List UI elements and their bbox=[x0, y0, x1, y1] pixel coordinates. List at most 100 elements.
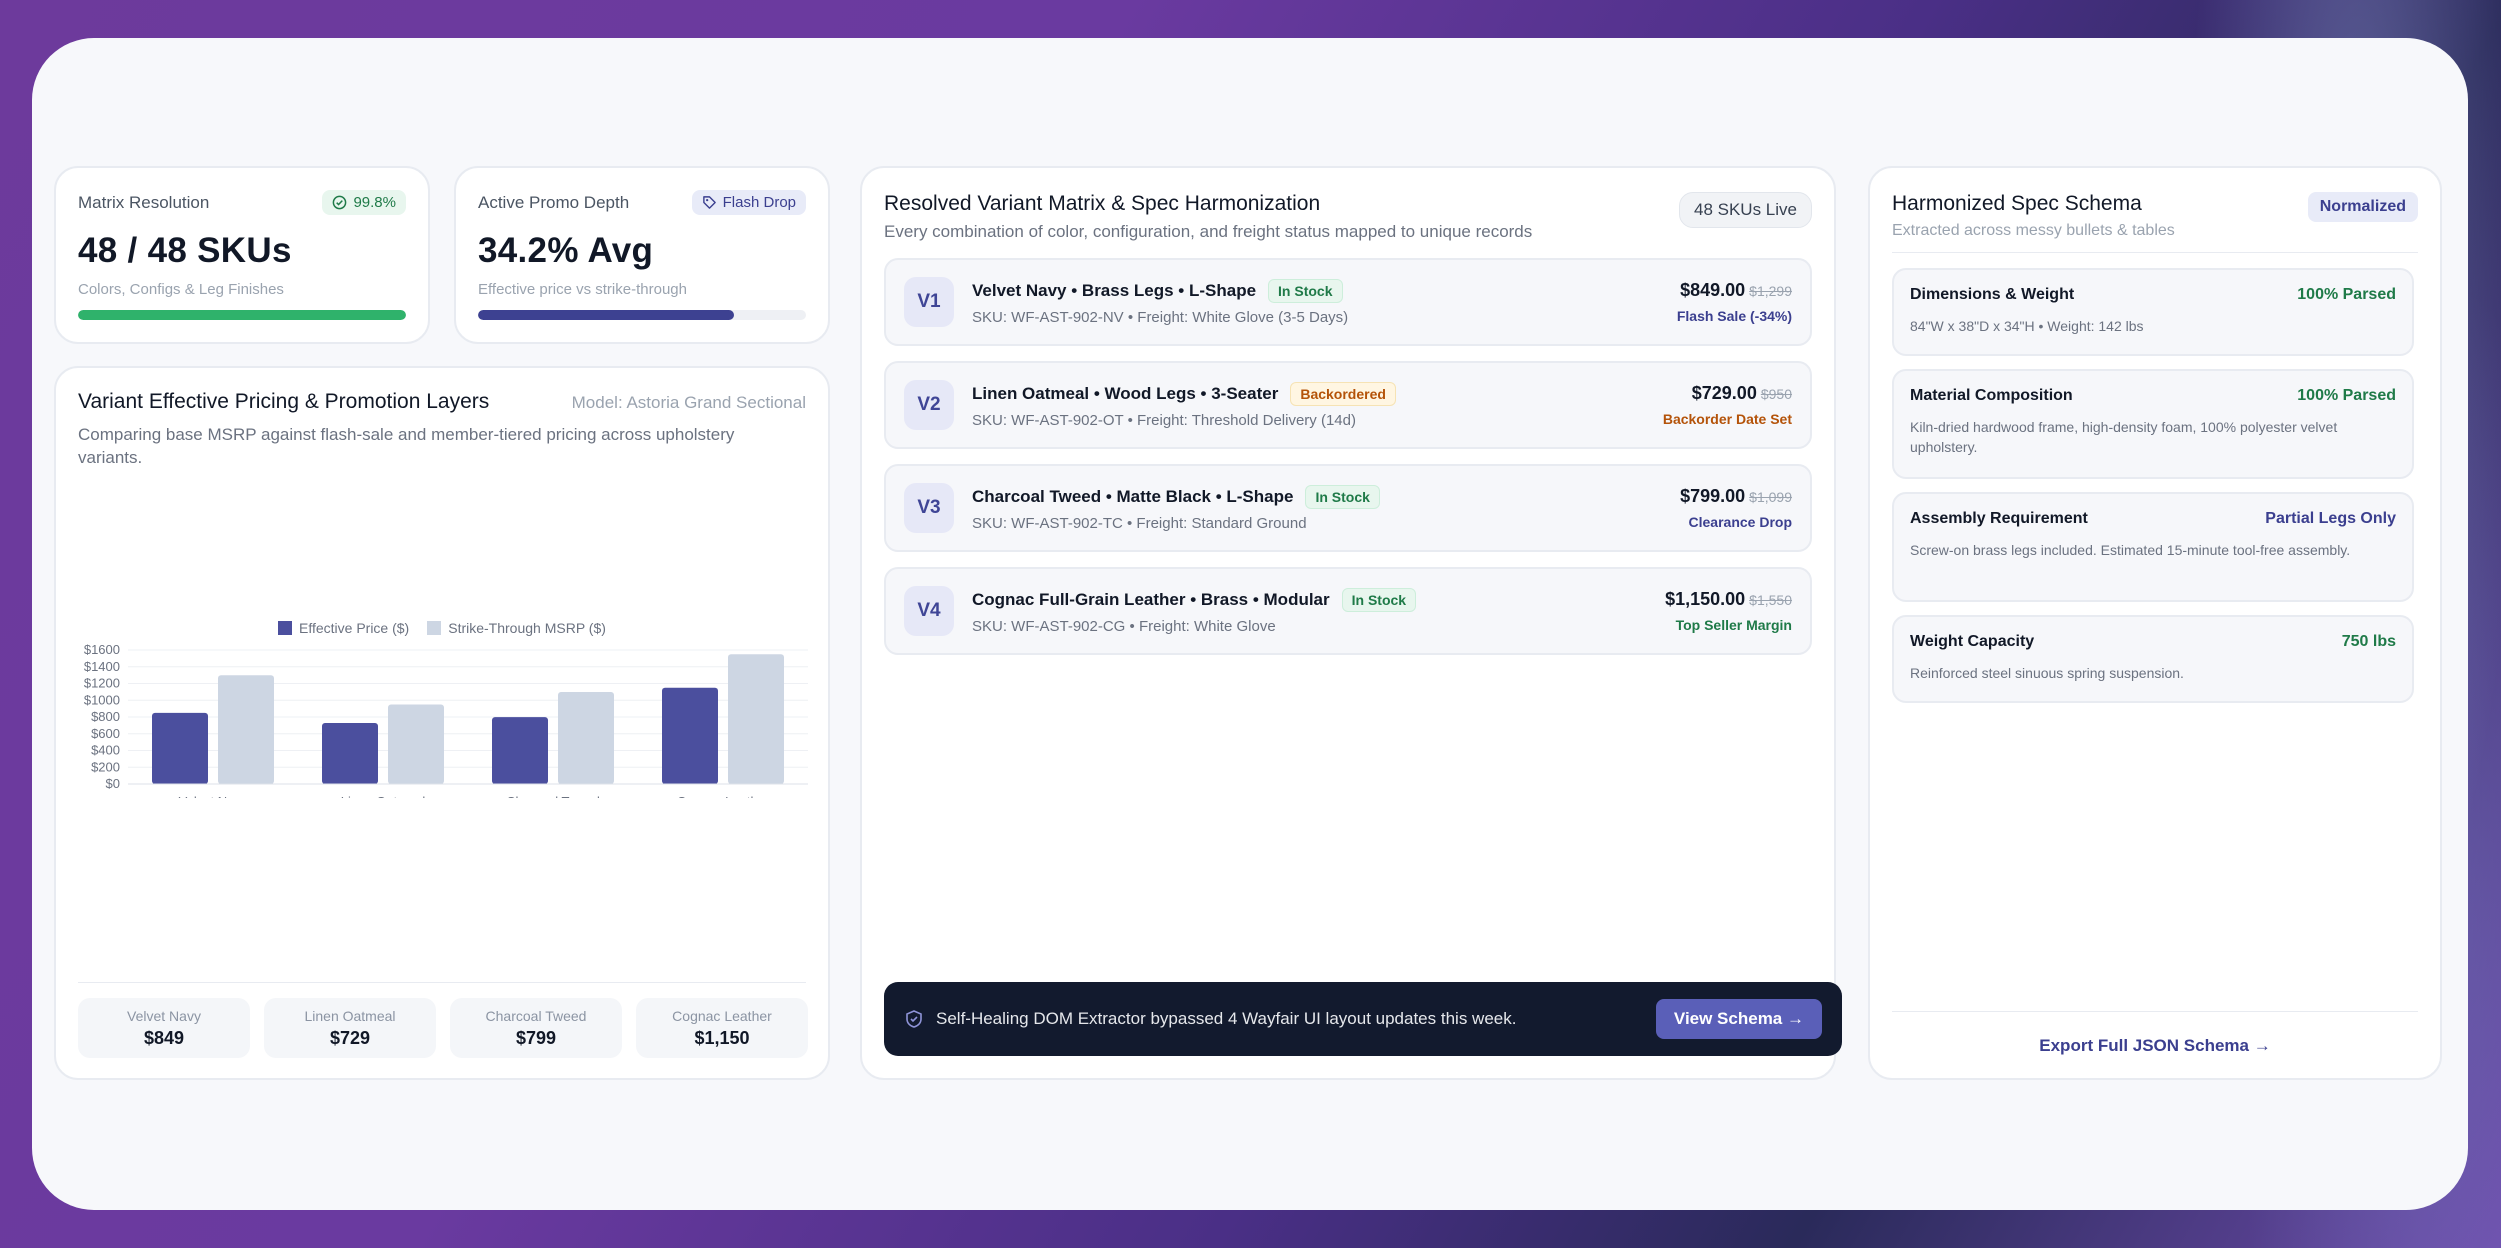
normalized-badge: Normalized bbox=[2307, 192, 2418, 222]
variant-row[interactable]: V4 Cognac Full-Grain Leather • Brass • M… bbox=[884, 567, 1812, 655]
mini-stat-value: $1,150 bbox=[694, 1027, 750, 1048]
bar-msrp bbox=[558, 691, 614, 784]
legend-swatch bbox=[427, 621, 442, 635]
variant-price: $799.00 bbox=[1680, 486, 1746, 506]
variant-tag: V2 bbox=[904, 380, 954, 430]
bar-msrp bbox=[388, 704, 444, 784]
variant-tag: V1 bbox=[904, 277, 954, 327]
spec-value: 100% Parsed bbox=[2297, 387, 2396, 404]
x-tick-label: Linen Oatmeal bbox=[341, 794, 426, 798]
pricing-model: Model: Astoria Grand Sectional bbox=[571, 393, 806, 412]
view-schema-button[interactable]: View Schema → bbox=[1655, 999, 1822, 1039]
variant-note: Clearance Drop bbox=[1688, 514, 1792, 530]
kpi-badge: 99.8% bbox=[322, 190, 406, 215]
variant-strike-price: $1,299 bbox=[1749, 283, 1792, 299]
y-tick-label: $0 bbox=[106, 776, 120, 791]
variant-strike-price: $1,099 bbox=[1749, 489, 1792, 505]
pricing-chart-card: Variant Effective Pricing & Promotion La… bbox=[54, 366, 830, 1080]
status-badge: Backordered bbox=[1290, 381, 1396, 406]
variant-strike-price: $1,550 bbox=[1749, 592, 1792, 608]
variant-note: Flash Sale (-34%) bbox=[1676, 308, 1792, 324]
variant-note: Backorder Date Set bbox=[1662, 411, 1792, 427]
bar-effective bbox=[152, 712, 208, 784]
check-circle-icon bbox=[333, 195, 347, 210]
skus-live-badge: 48 SKUs Live bbox=[1679, 192, 1812, 228]
spec-description: 84"W x 38"D x 34"H • Weight: 142 lbs bbox=[1910, 318, 2144, 334]
spec-description: Screw-on brass legs included. Estimated … bbox=[1910, 542, 2351, 558]
chart-legend: Effective Price ($) Strike-Through MSRP … bbox=[278, 620, 606, 636]
variant-tag: V4 bbox=[904, 586, 954, 636]
variant-sku: SKU: WF-AST-902-OT • Freight: Threshold … bbox=[972, 411, 1356, 429]
kpi-badge: Flash Drop bbox=[691, 190, 806, 215]
variant-row[interactable]: V3 Charcoal Tweed • Matte Black • L-Shap… bbox=[884, 464, 1812, 552]
variant-tag: V3 bbox=[904, 483, 954, 533]
spec-subtitle: Extracted across messy bullets & tables bbox=[1892, 222, 2175, 239]
x-tick-label: Velvet Navy bbox=[179, 794, 248, 798]
legend-swatch bbox=[278, 621, 292, 635]
kpi-value: 34.2% Avg bbox=[478, 231, 654, 270]
spec-name: Material Composition bbox=[1910, 387, 2073, 404]
variant-note: Top Seller Margin bbox=[1675, 617, 1792, 633]
spec-row: Weight Capacity 750 lbs Reinforced steel… bbox=[1892, 615, 2414, 703]
divider bbox=[78, 982, 806, 983]
x-tick-label: Cognac Leather bbox=[677, 794, 770, 798]
kpi-label: Active Promo Depth bbox=[478, 192, 630, 212]
kpi-subtext: Colors, Configs & Leg Finishes bbox=[78, 281, 284, 298]
y-tick-label: $400 bbox=[91, 743, 120, 758]
legend-label: Strike-Through MSRP ($) bbox=[448, 620, 606, 636]
kpi-badge-text: Flash Drop bbox=[722, 194, 796, 211]
variant-strike-price: $950 bbox=[1760, 386, 1792, 402]
variant-row[interactable]: V1 Velvet Navy • Brass Legs • L-Shape In… bbox=[884, 258, 1812, 346]
variant-name: Linen Oatmeal • Wood Legs • 3-Seater bbox=[972, 383, 1279, 403]
bar-effective bbox=[662, 687, 718, 784]
mini-stat-name: Velvet Navy bbox=[127, 1007, 201, 1024]
tag-icon bbox=[702, 196, 716, 209]
divider bbox=[1892, 252, 2418, 253]
status-badge: In Stock bbox=[1268, 278, 1343, 303]
status-badge: In Stock bbox=[1305, 484, 1380, 509]
legend-item-effective: Effective Price ($) bbox=[278, 620, 409, 636]
y-tick-label: $800 bbox=[91, 709, 120, 724]
bar-msrp bbox=[728, 654, 784, 784]
variant-matrix-card: Resolved Variant Matrix & Spec Harmoniza… bbox=[860, 166, 1842, 1080]
kpi-value: 48 / 48 SKUs bbox=[78, 231, 292, 270]
spec-name: Dimensions & Weight bbox=[1910, 286, 2075, 303]
mini-stat-name: Charcoal Tweed bbox=[485, 1007, 587, 1024]
spec-value: 100% Parsed bbox=[2297, 286, 2396, 303]
y-tick-label: $600 bbox=[91, 726, 120, 741]
kpi-subtext: Effective price vs strike-through bbox=[478, 281, 687, 298]
kpi-progress-fill bbox=[478, 310, 734, 320]
variant-sku: SKU: WF-AST-902-TC • Freight: Standard G… bbox=[972, 514, 1307, 532]
y-tick-label: $1000 bbox=[84, 692, 120, 707]
matrix-subtitle: Every combination of color, configuratio… bbox=[884, 222, 1533, 241]
mini-stat-charcoal-tweed: Charcoal Tweed $799 bbox=[450, 998, 622, 1058]
variant-sku: SKU: WF-AST-902-NV • Freight: White Glov… bbox=[972, 308, 1349, 326]
kpi-badge-text: 99.8% bbox=[353, 194, 396, 211]
export-json-link[interactable]: Export Full JSON Schema → bbox=[1870, 1036, 2440, 1056]
spec-schema-card: Harmonized Spec Schema Extracted across … bbox=[1868, 166, 2442, 1080]
legend-label: Effective Price ($) bbox=[299, 620, 410, 636]
x-tick-label: Charcoal Tweed bbox=[506, 794, 600, 798]
spec-title: Harmonized Spec Schema bbox=[1892, 192, 2142, 215]
variant-name: Velvet Navy • Brass Legs • L-Shape bbox=[972, 280, 1257, 300]
spec-value: 750 lbs bbox=[2341, 633, 2396, 650]
bar-effective bbox=[492, 717, 548, 784]
extractor-banner: Self-Healing DOM Extractor bypassed 4 Wa… bbox=[884, 982, 1842, 1056]
mini-stat-value: $849 bbox=[143, 1027, 185, 1048]
shield-check-icon bbox=[906, 1010, 922, 1028]
spec-row: Assembly Requirement Partial Legs Only S… bbox=[1892, 492, 2414, 602]
spec-description: Kiln-dried hardwood frame, high-density … bbox=[1910, 419, 2338, 456]
variant-price: $729.00 bbox=[1691, 383, 1757, 403]
banner-text: Self-Healing DOM Extractor bypassed 4 Wa… bbox=[936, 1009, 1517, 1028]
spec-description: Reinforced steel sinuous spring suspensi… bbox=[1910, 665, 2184, 681]
bar-effective bbox=[322, 722, 378, 784]
variant-price: $1,150.00 bbox=[1665, 589, 1746, 609]
mini-stat-name: Linen Oatmeal bbox=[304, 1007, 396, 1024]
kpi-progress-track bbox=[78, 310, 406, 320]
pricing-title: Variant Effective Pricing & Promotion La… bbox=[78, 390, 490, 413]
variant-row[interactable]: V2 Linen Oatmeal • Wood Legs • 3-Seater … bbox=[884, 361, 1812, 449]
kpi-matrix-resolution: Matrix Resolution 99.8% 48 / 48 SKUs Col… bbox=[54, 166, 430, 344]
status-badge: In Stock bbox=[1341, 587, 1417, 612]
mini-stat-cognac-leather: Cognac Leather $1,150 bbox=[636, 998, 808, 1058]
pricing-bar-chart: $0 $200$400 $600 $800 $1000$1200 $1400 $1600 Ve… bbox=[84, 642, 808, 798]
